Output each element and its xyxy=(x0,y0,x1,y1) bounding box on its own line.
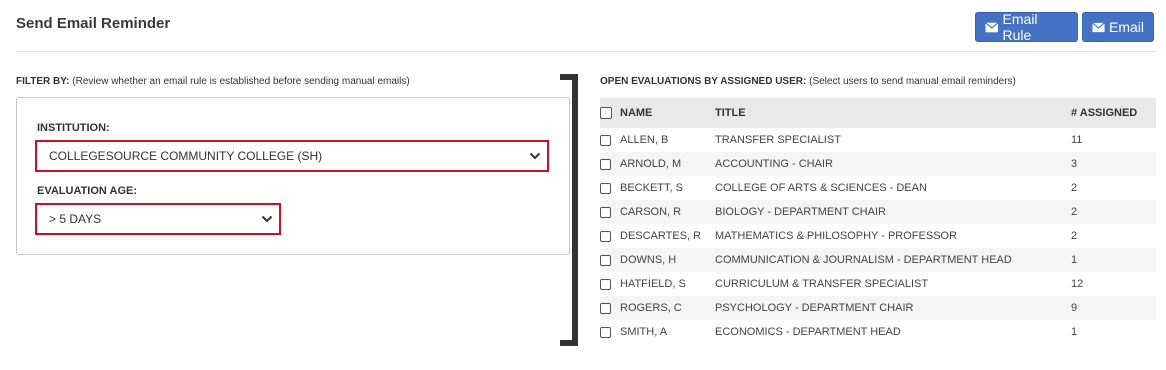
user-title: ECONOMICS - DEPARTMENT HEAD xyxy=(715,326,901,338)
column-header-assigned[interactable]: # ASSIGNED xyxy=(1071,98,1156,128)
table-row: SMITH, A ECONOMICS - DEPARTMENT HEAD 1 xyxy=(600,320,1156,344)
user-name: CARSON, R xyxy=(620,200,715,224)
email-rule-label: Email Rule xyxy=(1002,11,1038,43)
chevron-down-icon xyxy=(261,215,273,223)
assigned-count: 2 xyxy=(1071,200,1156,224)
assigned-count: 12 xyxy=(1071,278,1084,290)
select-all-checkbox[interactable] xyxy=(600,107,612,120)
user-title: ACCOUNTING - CHAIR xyxy=(715,152,1071,176)
institution-select[interactable]: COLLEGESOURCE COMMUNITY COLLEGE (SH) xyxy=(35,140,549,172)
row-checkbox[interactable] xyxy=(600,302,611,314)
row-checkbox[interactable] xyxy=(600,326,611,338)
email-button[interactable]: Email xyxy=(1082,12,1154,42)
user-title: BIOLOGY - DEPARTMENT CHAIR xyxy=(715,200,1071,224)
row-checkbox[interactable] xyxy=(600,206,611,218)
institution-value: COLLEGESOURCE COMMUNITY COLLEGE (SH) xyxy=(49,149,323,163)
table-row: DOWNS, H COMMUNICATION & JOURNALISM - DEP… xyxy=(600,248,1156,272)
page-header: Send Email Reminder Email Rule Email xyxy=(16,0,1156,52)
filter-panel: INSTITUTION: COLLEGESOURCE COMMUNITY COL… xyxy=(16,97,570,255)
user-title: MATHEMATICS & PHILOSOPHY - PROFESSOR xyxy=(715,230,958,242)
assigned-count: 9 xyxy=(1071,296,1156,320)
assigned-count: 3 xyxy=(1071,152,1156,176)
assigned-count: 2 xyxy=(1071,182,1078,194)
evaluations-note: (Select users to send manual email remin… xyxy=(809,76,1016,87)
evaluations-heading-label: OPEN EVALUATIONS BY ASSIGNED USER: xyxy=(600,76,807,87)
filter-heading-label: FILTER BY: xyxy=(16,76,70,87)
envelope-icon xyxy=(985,21,999,32)
table-row: ROGERS, C PSYCHOLOGY - DEPARTMENT CHAIR 9 xyxy=(600,296,1156,320)
evaluation-age-select[interactable]: > 5 DAYS xyxy=(35,203,281,235)
user-name: HATFIELD, S xyxy=(620,278,686,290)
table-row: HATFIELD, S CURRICULUM & TRANSFER SPECIAL… xyxy=(600,272,1156,296)
column-header-title[interactable]: TITLE xyxy=(715,98,1071,128)
table-row: CARSON, R BIOLOGY - DEPARTMENT CHAIR 2 xyxy=(600,200,1156,224)
assigned-count: 2 xyxy=(1071,230,1078,242)
row-checkbox[interactable] xyxy=(600,254,611,266)
assigned-count: 11 xyxy=(1071,134,1083,146)
user-title: TRANSFER SPECIALIST xyxy=(715,134,841,146)
user-title: COMMUNICATION & JOURNALISM - DEPARTMENT … xyxy=(715,248,1071,272)
user-name: SMITH, A xyxy=(620,326,668,338)
user-title: CURRICULUM & TRANSFER SPECIALIST xyxy=(715,278,929,290)
email-rule-button[interactable]: Email Rule xyxy=(975,11,1078,43)
user-name: ROGERS, C xyxy=(620,296,715,320)
envelope-icon xyxy=(1092,21,1105,32)
table-header-row: NAME TITLE # ASSIGNED xyxy=(600,98,1156,128)
table-row: BECKETT, S COLLEGE OF ARTS & SCIENCES - D… xyxy=(600,176,1156,200)
user-name: ARNOLD, M xyxy=(620,152,715,176)
evaluations-table: NAME TITLE # ASSIGNED ALLEN, B TRANSFER S… xyxy=(600,98,1156,344)
institution-label: INSTITUTION: xyxy=(37,122,110,134)
page-title: Send Email Reminder xyxy=(16,15,171,32)
row-checkbox[interactable] xyxy=(600,134,611,146)
user-name: DESCARTES, R xyxy=(620,230,702,242)
email-label: Email xyxy=(1108,19,1144,35)
chevron-down-icon xyxy=(529,152,541,160)
table-row: DESCARTES, R MATHEMATICS & PHILOSOPHY - P… xyxy=(600,224,1156,248)
user-name: DOWNS, H xyxy=(620,248,715,272)
evaluation-age-label: EVALUATION AGE: xyxy=(37,185,138,197)
table-row: ALLEN, B TRANSFER SPECIALIST 11 xyxy=(600,128,1156,152)
row-checkbox[interactable] xyxy=(600,230,611,242)
table-row: ARNOLD, M ACCOUNTING - CHAIR 3 xyxy=(600,152,1156,176)
row-checkbox[interactable] xyxy=(600,158,611,170)
row-checkbox[interactable] xyxy=(600,278,611,290)
assigned-count: 1 xyxy=(1071,326,1078,338)
column-header-name[interactable]: NAME xyxy=(620,98,715,128)
evaluation-age-value: > 5 DAYS xyxy=(49,212,102,226)
user-name: ALLEN, B xyxy=(620,134,669,146)
filter-note: (Review whether an email rule is establi… xyxy=(72,76,410,87)
divider-bracket xyxy=(560,74,578,346)
user-name: BECKETT, S xyxy=(620,182,683,194)
user-title: COLLEGE OF ARTS & SCIENCES - DEAN xyxy=(715,182,927,194)
filter-heading: FILTER BY: (Review whether an email rule… xyxy=(16,76,410,87)
row-checkbox[interactable] xyxy=(600,182,611,194)
evaluations-heading: OPEN EVALUATIONS BY ASSIGNED USER: (Sele… xyxy=(600,76,1016,87)
user-title: PSYCHOLOGY - DEPARTMENT CHAIR xyxy=(715,296,1071,320)
assigned-count: 1 xyxy=(1071,248,1156,272)
